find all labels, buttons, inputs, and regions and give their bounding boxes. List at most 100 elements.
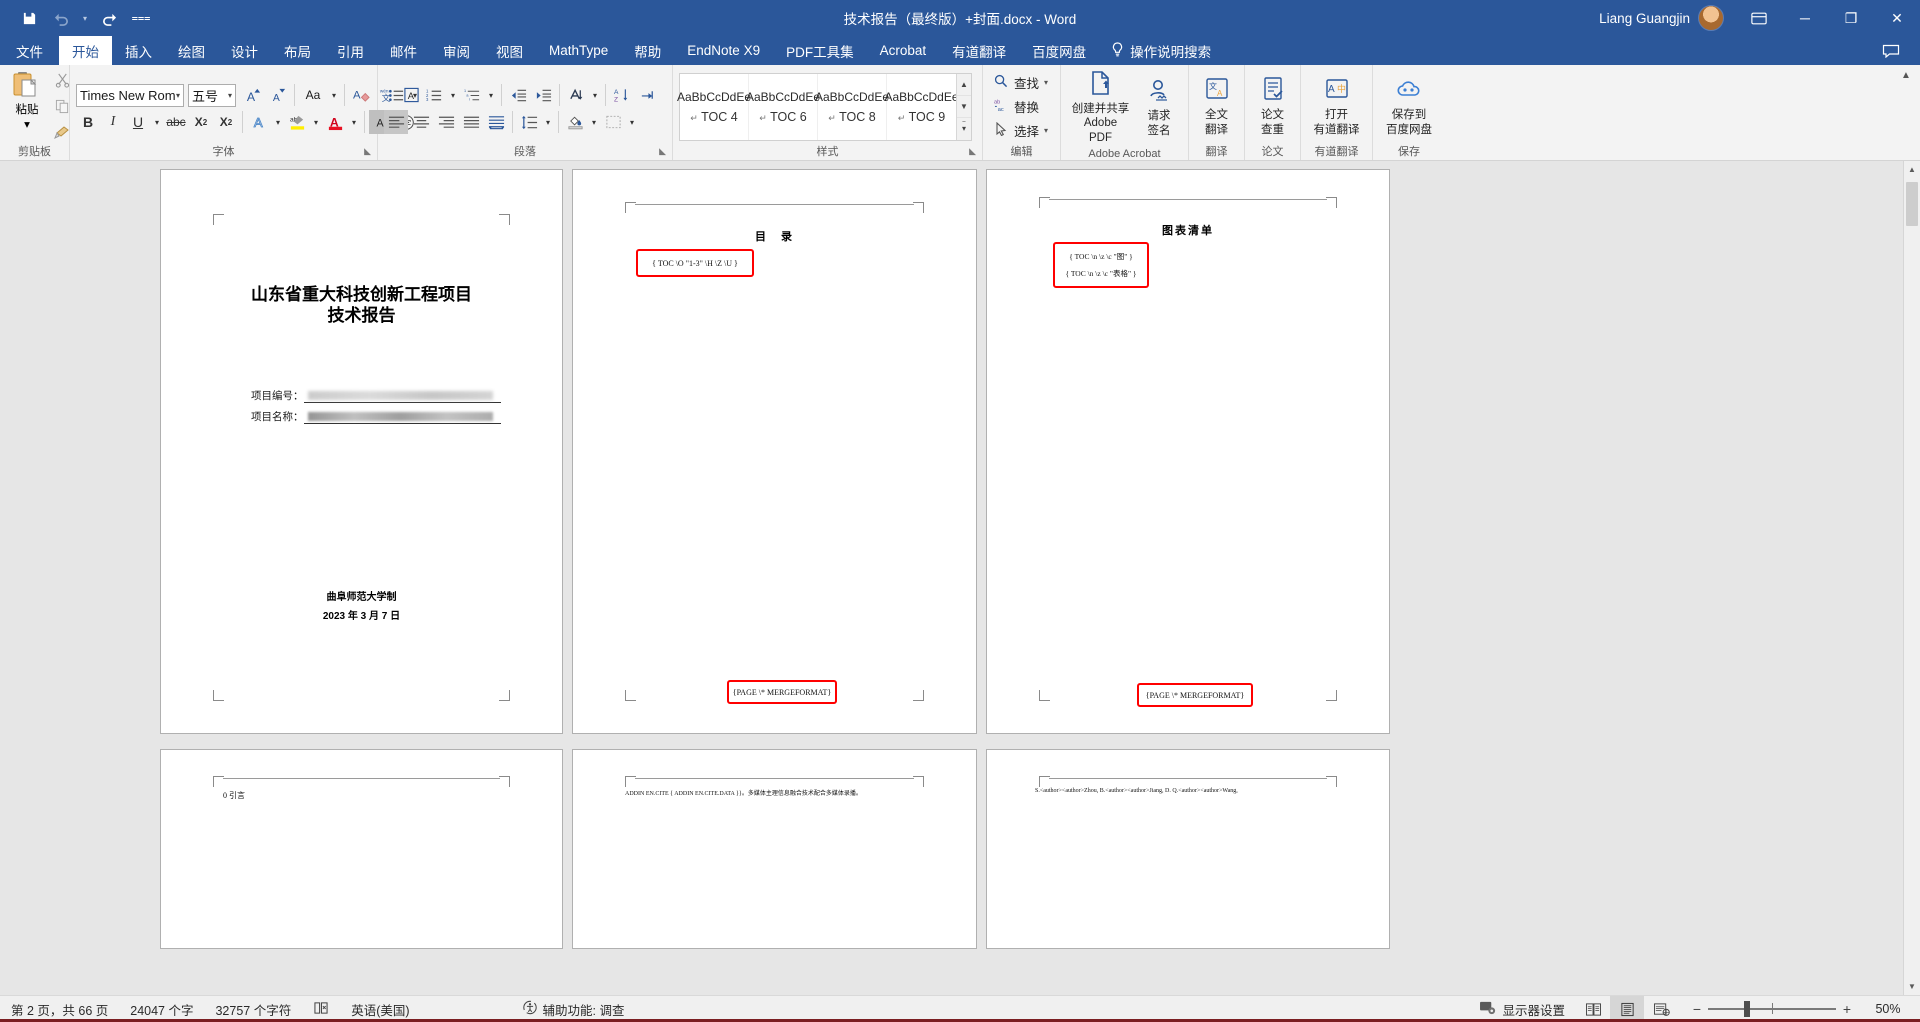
project-name-value[interactable] (303, 410, 501, 424)
page-number-field[interactable]: {PAGE \* MERGEFORMAT} (1137, 683, 1253, 707)
comments-icon[interactable] (1876, 38, 1906, 64)
underline-icon[interactable]: U (126, 110, 150, 134)
customize-qat-icon[interactable]: ⩶ (126, 5, 156, 31)
tab-insert[interactable]: 插入 (112, 36, 165, 65)
style-item-toc4[interactable]: AaBbCcDdEe ↵ TOC 4 (677, 73, 751, 140)
superscript-icon[interactable]: X2 (214, 110, 238, 134)
line-spacing-icon[interactable] (517, 110, 541, 134)
subscript-icon[interactable]: X2 (189, 110, 213, 134)
tab-help[interactable]: 帮助 (621, 36, 674, 65)
create-share-pdf-button[interactable]: 创建并共享 Adobe PDF (1067, 68, 1134, 147)
find-dropdown-icon[interactable]: ▾ (1044, 78, 1048, 87)
document-page-1[interactable]: 山东省重大科技创新工程项目 技术报告 项目编号： 项目名称： 曲阜师范大学制 2… (160, 169, 563, 734)
bullets-dropdown-icon[interactable]: ▾ (409, 83, 421, 107)
tab-youdao[interactable]: 有道翻译 (939, 36, 1019, 65)
scrollbar-track[interactable] (1904, 178, 1920, 978)
shading-dropdown-icon[interactable]: ▾ (588, 110, 600, 134)
styles-dialog-launcher-icon[interactable]: ◣ (969, 144, 976, 159)
align-right-icon[interactable] (434, 110, 458, 134)
tab-pdf-tools[interactable]: PDF工具集 (773, 36, 867, 65)
avatar[interactable] (1698, 5, 1724, 31)
paper-check-button[interactable]: 论文 查重 (1250, 74, 1296, 139)
strikethrough-icon[interactable]: abc (164, 110, 188, 134)
paste-button[interactable]: 粘贴 ▾ (6, 69, 48, 131)
tab-draw[interactable]: 绘图 (165, 36, 218, 65)
collapse-ribbon-icon[interactable]: ▲ (1898, 67, 1914, 83)
document-page-3[interactable]: 图表清单 { TOC \n \z \c "图" } { TOC \n \z \c… (986, 169, 1390, 734)
justify-icon[interactable] (459, 110, 483, 134)
font-dialog-launcher-icon[interactable]: ◣ (364, 144, 371, 159)
document-page-6[interactable]: S.<author><author>Zhou, B.<author><autho… (986, 749, 1390, 949)
font-name-combobox[interactable]: Times New Rom ▾ (76, 83, 184, 107)
grow-font-icon[interactable]: A (241, 83, 265, 107)
styles-scroll-up-icon[interactable]: ▲ (957, 74, 971, 96)
select-button[interactable]: 选择 ▾ (989, 120, 1052, 142)
request-signature-button[interactable]: 请求 签名 (1136, 75, 1182, 140)
font-size-dropdown-icon[interactable]: ▾ (228, 91, 232, 100)
multilevel-list-icon[interactable]: 1ai (460, 83, 484, 107)
sort-dropdown-icon[interactable]: ▾ (589, 83, 601, 107)
tab-endnote[interactable]: EndNote X9 (674, 36, 773, 65)
tab-mailings[interactable]: 邮件 (377, 36, 430, 65)
align-left-icon[interactable] (384, 110, 408, 134)
find-button[interactable]: 查找 ▾ (989, 72, 1052, 94)
toc-field-code[interactable]: { TOC \O "1-3" \H \Z \U } (636, 249, 754, 277)
tab-review[interactable]: 审阅 (430, 36, 483, 65)
tab-view[interactable]: 视图 (483, 36, 536, 65)
line-spacing-dropdown-icon[interactable]: ▾ (542, 110, 554, 134)
select-dropdown-icon[interactable]: ▾ (1044, 126, 1048, 135)
tab-design[interactable]: 设计 (218, 36, 271, 65)
scrollbar-thumb[interactable] (1906, 182, 1918, 226)
tab-layout[interactable]: 布局 (271, 36, 324, 65)
close-button[interactable]: ✕ (1874, 0, 1920, 36)
paste-dropdown-icon[interactable]: ▾ (24, 117, 30, 131)
document-page-5[interactable]: ADDIN EN.CITE { ADDIN EN.CITE.DATA }}。多媒… (572, 749, 977, 949)
distribute-icon[interactable] (484, 110, 508, 134)
project-number-value[interactable] (303, 389, 501, 403)
style-item-toc9[interactable]: AaBbCcDdEe ↵ TOC 9 (884, 74, 958, 140)
numbering-icon[interactable]: 123 (422, 83, 446, 107)
save-to-baidu-button[interactable]: 保存到 百度网盘 (1382, 74, 1436, 139)
zoom-in-button[interactable]: + (1836, 1001, 1858, 1017)
replace-button[interactable]: ab ac 替换 (989, 96, 1043, 118)
align-center-icon[interactable] (409, 110, 433, 134)
undo-icon[interactable] (46, 5, 76, 31)
borders-dropdown-icon[interactable]: ▾ (626, 110, 638, 134)
tab-baidu-netdisk[interactable]: 百度网盘 (1019, 36, 1099, 65)
change-case-dropdown-icon[interactable]: ▾ (328, 83, 340, 107)
undo-dropdown-icon[interactable]: ▾ (78, 14, 92, 23)
underline-dropdown-icon[interactable]: ▾ (151, 110, 163, 134)
italic-icon[interactable]: I (101, 110, 125, 134)
font-size-combobox[interactable]: 五号 ▾ (188, 83, 236, 107)
text-highlight-dropdown-icon[interactable]: ▾ (310, 110, 322, 134)
tell-me-search[interactable]: 操作说明搜索 (1099, 36, 1223, 65)
style-item-toc6[interactable]: AaBbCcDdEe ↵ TOC 6 (746, 73, 820, 140)
zoom-out-button[interactable]: − (1686, 1001, 1708, 1017)
document-page-4[interactable]: 0 引言 (160, 749, 563, 949)
increase-indent-icon[interactable] (531, 83, 555, 107)
sort-az-icon[interactable]: AZ (610, 83, 634, 107)
tab-file[interactable]: 文件 (0, 36, 59, 65)
zoom-level[interactable]: 50% (1866, 1002, 1920, 1016)
minimize-button[interactable]: ─ (1782, 0, 1828, 36)
font-color-icon[interactable]: A (323, 110, 347, 134)
shading-icon[interactable] (563, 110, 587, 134)
sort-icon[interactable] (564, 83, 588, 107)
ribbon-display-options-icon[interactable] (1736, 0, 1782, 36)
zoom-track[interactable] (1708, 1001, 1836, 1017)
vertical-scrollbar[interactable]: ▲ ▼ (1903, 161, 1920, 995)
clear-formatting-icon[interactable]: A (349, 83, 373, 107)
text-effects-dropdown-icon[interactable]: ▾ (272, 110, 284, 134)
tab-mathtype[interactable]: MathType (536, 36, 621, 65)
restore-button[interactable]: ❐ (1828, 0, 1874, 36)
numbering-dropdown-icon[interactable]: ▾ (447, 83, 459, 107)
bullets-icon[interactable] (384, 83, 408, 107)
save-icon[interactable] (14, 5, 44, 31)
font-name-dropdown-icon[interactable]: ▾ (176, 91, 180, 100)
figure-list-field-codes[interactable]: { TOC \n \z \c "图" } { TOC \n \z \c "表格"… (1053, 242, 1149, 288)
styles-more-icon[interactable]: ▾ ‾ (957, 118, 971, 139)
style-item-toc8[interactable]: AaBbCcDdEe ↵ TOC 8 (815, 73, 889, 140)
full-text-translate-button[interactable]: 文A 全文 翻译 (1194, 74, 1240, 139)
styles-gallery-scrollbar[interactable]: ▲ ▼ ▾ ‾ (956, 73, 971, 140)
tab-references[interactable]: 引用 (324, 36, 377, 65)
